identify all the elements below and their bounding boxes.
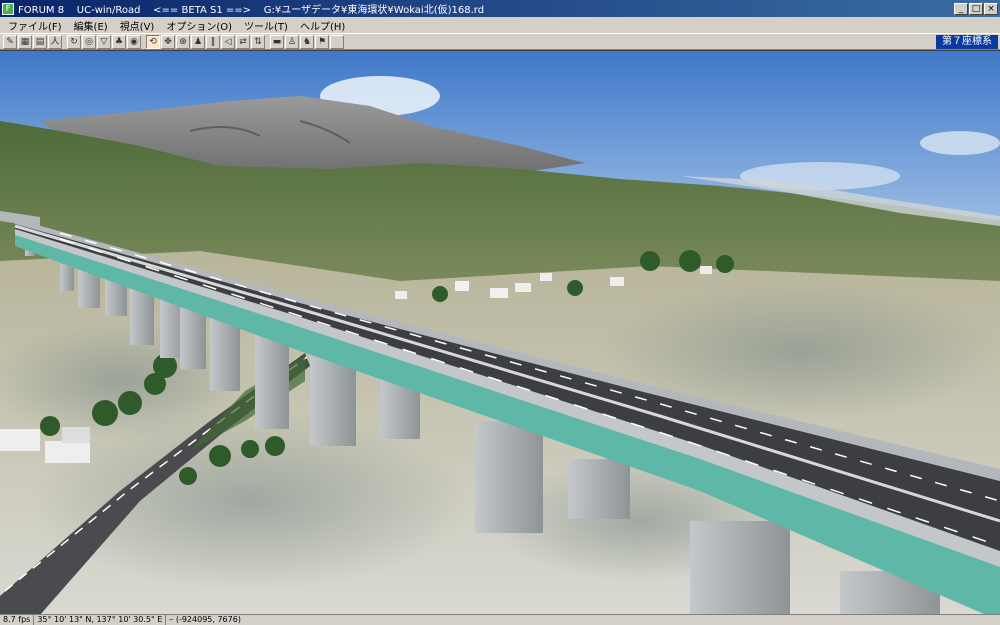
scene-render[interactable] <box>0 51 1000 614</box>
swap-icon[interactable]: ⇄ <box>236 34 250 49</box>
walk-icon[interactable]: ♟ <box>191 34 205 49</box>
app-name: FORUM 8 <box>18 5 65 16</box>
flip-icon[interactable]: ⇅ <box>251 34 265 49</box>
move-icon[interactable]: ✥ <box>161 34 175 49</box>
refresh-icon[interactable]: ↻ <box>67 34 81 49</box>
tree-icon[interactable]: ♣ <box>112 34 126 49</box>
runner-icon[interactable]: ⚑ <box>315 34 329 49</box>
geo-coordinates: 35° 10' 13" N, 137° 10' 30.5" E <box>34 615 167 625</box>
camera-icon[interactable]: ◉ <box>127 34 141 49</box>
menu-view[interactable]: 視点(V) <box>114 18 161 33</box>
3d-viewport[interactable] <box>0 50 1000 614</box>
car-icon[interactable]: ▬ <box>270 34 284 49</box>
grid-icon[interactable]: ▦ <box>18 34 32 49</box>
app-logo-icon: F <box>2 2 14 15</box>
pen-icon[interactable]: ✎ <box>3 34 17 49</box>
minimize-button[interactable]: _ <box>954 2 968 15</box>
bicycle-icon[interactable]: ♞ <box>300 34 314 49</box>
version-label: <== BETA S1 ==> <box>153 5 252 16</box>
close-button[interactable]: × <box>984 2 998 15</box>
menu-bar: ファイル(F) 編集(E) 視点(V) オプション(O) ツール(T) ヘルプ(… <box>0 17 1000 33</box>
status-bar: 8.7 fps 35° 10' 13" N, 137° 10' 30.5" E … <box>0 614 1000 625</box>
window-title: FORUM 8 UC-win/Road <== BETA S1 ==> G:¥ユ… <box>18 1 954 16</box>
person-icon[interactable]: 人 <box>48 34 62 49</box>
blank-icon[interactable] <box>330 34 344 49</box>
cloud <box>920 131 1000 155</box>
eye-icon[interactable]: ◎ <box>82 34 96 49</box>
product-name: UC-win/Road <box>76 5 141 16</box>
zoom-icon[interactable]: ⊕ <box>176 34 190 49</box>
rotate-icon[interactable]: ⟲ <box>146 34 160 49</box>
menu-tools[interactable]: ツール(T) <box>238 18 294 33</box>
title-bar[interactable]: F FORUM 8 UC-win/Road <== BETA S1 ==> G:… <box>0 0 1000 17</box>
slow-icon[interactable]: ◁ <box>221 34 235 49</box>
pause-icon[interactable]: ‖ <box>206 34 220 49</box>
pedestrian-icon[interactable]: ♙ <box>285 34 299 49</box>
sign-icon[interactable]: ▽ <box>97 34 111 49</box>
file-path: G:¥ユーザデータ¥東海環状¥Wokai北(仮)168.rd <box>263 5 485 16</box>
maximize-button[interactable]: □ <box>969 2 983 15</box>
table-icon[interactable]: ▤ <box>33 34 47 49</box>
viewpoint-selector[interactable]: 第７座標系 <box>936 35 998 49</box>
menu-edit[interactable]: 編集(E) <box>68 18 114 33</box>
menu-options[interactable]: オプション(O) <box>160 18 238 33</box>
menu-help[interactable]: ヘルプ(H) <box>294 18 351 33</box>
fps-readout: 8.7 fps <box>0 615 35 625</box>
toolbar: ✎ ▦ ▤ 人 ↻ ◎ ▽ ♣ ◉ ⟲ ✥ ⊕ ♟ ‖ ◁ ⇄ ⇅ ▬ ♙ ♞ ⚑ 第７座標系 <box>0 33 1000 50</box>
menu-file[interactable]: ファイル(F) <box>2 18 68 33</box>
position-readout: – (-924095, 7676) <box>169 615 241 624</box>
